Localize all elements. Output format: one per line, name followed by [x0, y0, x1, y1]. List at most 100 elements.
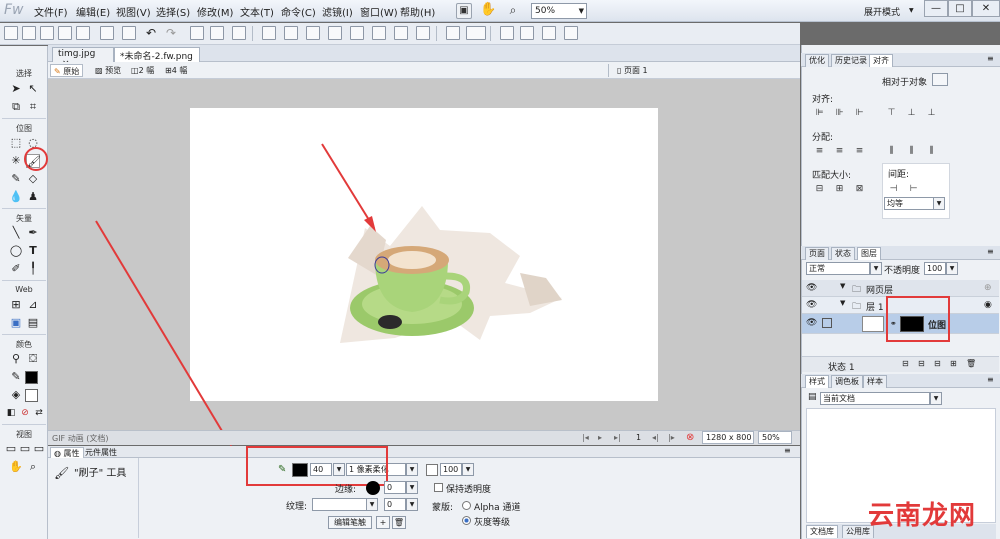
menu-window[interactable]: 窗口(W) — [360, 4, 398, 19]
line-icon[interactable]: ╲ — [9, 226, 23, 240]
new-sublayer-icon[interactable]: ⊟ — [918, 359, 925, 368]
zoom-tool-icon[interactable]: ⌕ — [26, 460, 40, 474]
hotspot-icon[interactable]: ⊞ — [9, 298, 23, 312]
maximize-button[interactable]: □ — [948, 0, 972, 17]
crop-icon[interactable]: ⌗ — [26, 100, 40, 114]
freeform-icon[interactable]: ✐ — [9, 262, 23, 276]
delete-stroke-icon[interactable]: 🗑 — [392, 516, 406, 529]
tab-align[interactable]: 对齐 — [869, 54, 893, 67]
send-back-icon[interactable] — [416, 26, 430, 40]
match-width-icon[interactable]: ⊟ — [814, 184, 825, 195]
align-top-icon[interactable]: ⊤ — [886, 108, 897, 119]
match-height-icon[interactable]: ⊞ — [834, 184, 845, 195]
cut-icon[interactable] — [190, 26, 204, 40]
relative-to-object-button[interactable] — [932, 73, 948, 86]
next-frame-icon[interactable]: |▸ — [668, 433, 675, 442]
knife-icon[interactable]: ╿ — [26, 262, 40, 276]
slice-icon[interactable]: ⊿ — [26, 298, 40, 312]
align-center-h-icon[interactable]: ⊪ — [834, 108, 845, 119]
texture-amount-dropdown[interactable]: ▼ — [406, 498, 418, 511]
opacity-dropdown[interactable]: ▼ — [462, 463, 474, 476]
document-canvas[interactable] — [190, 108, 658, 401]
chevron-down-icon[interactable]: ▼ — [909, 7, 914, 14]
print-icon[interactable] — [122, 26, 136, 40]
distribute-center-icon[interactable]: ≡ — [834, 146, 845, 157]
redo-icon[interactable]: ↷ — [166, 26, 176, 40]
flip-vertical-icon[interactable] — [564, 26, 578, 40]
send-backward-icon[interactable] — [372, 26, 386, 40]
blend-mode-dropdown[interactable]: ▼ — [870, 262, 882, 275]
tab-styles[interactable]: 样式 — [805, 375, 829, 388]
full-screen-icon[interactable]: ▭ — [32, 442, 46, 456]
styles-source-select[interactable]: 当前文档 — [820, 392, 930, 405]
menu-filters[interactable]: 滤镜(I) — [322, 4, 353, 19]
opacity-field[interactable]: 100 — [440, 463, 462, 476]
eyedropper-icon[interactable]: ⚲ — [9, 352, 23, 366]
tab-symbol-properties[interactable]: 元件属性 — [82, 447, 120, 458]
stop-icon[interactable]: ⊗ — [686, 432, 694, 443]
blend-mode-select[interactable]: 正常 — [806, 262, 870, 275]
hand-tool-icon[interactable]: ✋ — [9, 460, 23, 474]
bring-front-icon[interactable] — [394, 26, 408, 40]
show-slices-icon[interactable]: ▤ — [26, 316, 40, 330]
edge-field[interactable]: 0 — [384, 481, 406, 494]
menu-view[interactable]: 视图(V) — [116, 4, 151, 19]
screen-mode-icon[interactable]: ▣ — [456, 3, 472, 19]
open-icon[interactable] — [40, 26, 54, 40]
scale-icon[interactable]: ⧉ — [9, 100, 23, 114]
first-frame-icon[interactable]: |◂ — [582, 433, 589, 442]
styles-source-dropdown[interactable]: ▼ — [930, 392, 942, 405]
minimize-button[interactable]: — — [924, 0, 948, 17]
menu-help[interactable]: 帮助(H) — [400, 4, 435, 19]
preserve-transparency-checkbox[interactable] — [434, 483, 443, 492]
fill-color-icon[interactable]: ◈ — [9, 388, 23, 402]
tab-layers[interactable]: 图层 — [857, 247, 881, 260]
pencil-icon[interactable]: ✎ — [9, 172, 23, 186]
tab-swatches[interactable]: 样本 — [863, 375, 887, 388]
align-dropdown-icon[interactable] — [466, 26, 486, 40]
lock-icon[interactable] — [822, 318, 832, 328]
menu-commands[interactable]: 命令(C) — [281, 4, 316, 19]
bring-forward-icon[interactable] — [350, 26, 364, 40]
menu-select[interactable]: 选择(S) — [156, 4, 190, 19]
match-both-icon[interactable]: ⊠ — [854, 184, 865, 195]
menu-modify[interactable]: 修改(M) — [197, 4, 233, 19]
eraser-icon[interactable]: ◇ — [26, 172, 40, 186]
space-vertical-icon[interactable]: ⊣ — [888, 184, 899, 195]
view-original-button[interactable]: ✎ 原始 — [50, 64, 84, 77]
mask-alpha-radio[interactable] — [462, 501, 471, 510]
new-doc-icon[interactable] — [4, 26, 18, 40]
no-color-icon[interactable]: ⊘ — [18, 406, 32, 420]
mask-grayscale-radio[interactable] — [462, 516, 471, 525]
pen-icon[interactable]: ✒ — [26, 226, 40, 240]
tab-optimize[interactable]: 优化 — [805, 54, 829, 67]
eye-icon[interactable]: 👁 — [806, 300, 817, 310]
ellipse-icon[interactable]: ◯ — [9, 244, 23, 258]
paint-bucket-icon[interactable]: ⛋ — [26, 352, 40, 366]
expand-icon[interactable]: ▼ — [840, 282, 845, 290]
hand-icon[interactable]: ✋ — [480, 3, 496, 19]
panel-menu-icon[interactable]: ≡ — [987, 375, 994, 384]
tab-timg[interactable]: timg.jpg × — [52, 47, 114, 69]
tab-document-library[interactable]: 文档库 — [806, 525, 838, 538]
distribute-bottom-icon[interactable]: ≡ — [854, 146, 865, 157]
save-icon[interactable] — [58, 26, 72, 40]
blur-icon[interactable]: 💧 — [9, 190, 23, 204]
view-2up-button[interactable]: ◫2 幅 — [128, 64, 157, 77]
flip-horizontal-icon[interactable] — [542, 26, 556, 40]
panel-menu-icon[interactable]: ≡ — [784, 446, 791, 455]
undo-icon[interactable]: ↶ — [146, 26, 156, 40]
canvas-size-label[interactable]: 1280 x 800 — [702, 431, 754, 444]
text-icon[interactable]: T — [26, 244, 40, 258]
copy-icon[interactable] — [210, 26, 224, 40]
last-frame-icon[interactable]: ▸| — [614, 433, 621, 442]
tab-untitled[interactable]: *未命名-2.fw.png × — [114, 47, 200, 72]
marquee-icon[interactable]: ⬚ — [9, 136, 23, 150]
rotate-cw-icon[interactable] — [520, 26, 534, 40]
play-icon[interactable]: ▸ — [598, 433, 602, 442]
stamp-icon[interactable]: ♟ — [26, 190, 40, 204]
full-screen-menu-icon[interactable]: ▭ — [18, 442, 32, 456]
space-horizontal-icon[interactable]: ⊢ — [908, 184, 919, 195]
ungroup-icon[interactable] — [284, 26, 298, 40]
tab-pages[interactable]: 页面 — [805, 247, 829, 260]
